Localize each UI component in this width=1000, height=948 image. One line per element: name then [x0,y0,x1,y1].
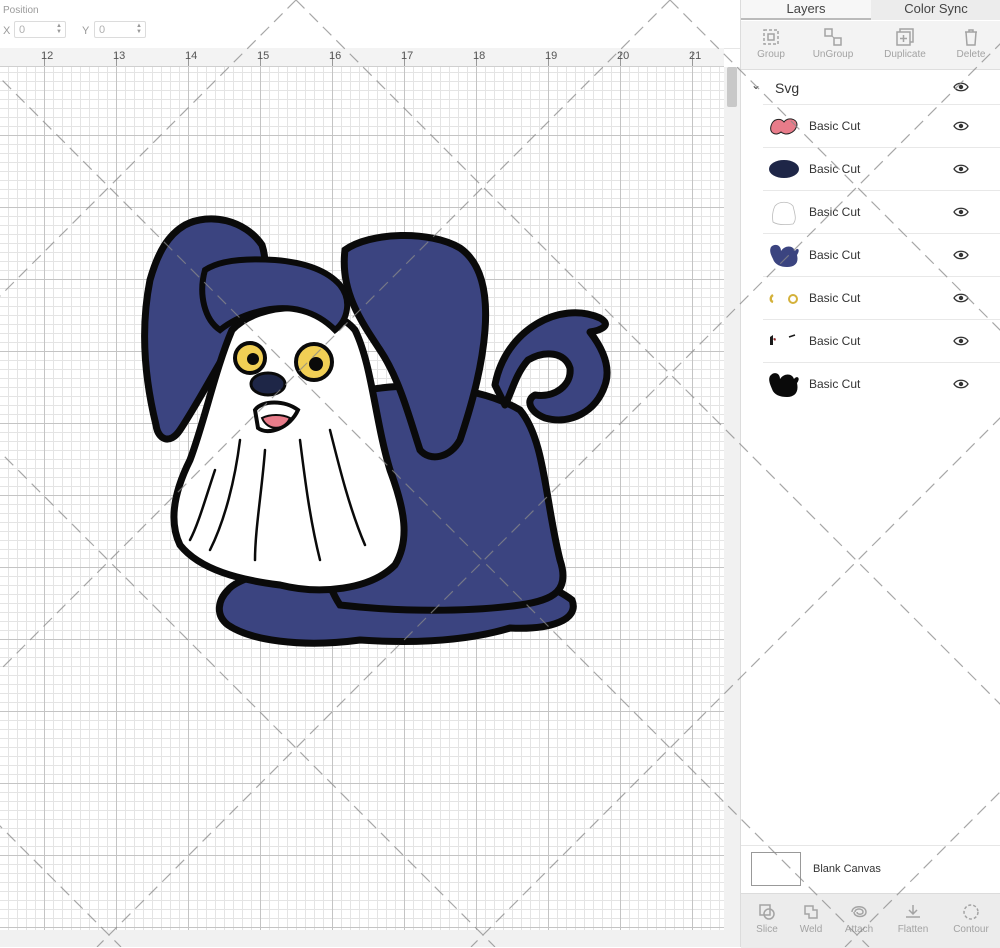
y-field[interactable]: 0 ▲ ▼ [94,21,146,38]
ruler-tick: 16 [329,50,342,62]
x-label: X [3,25,11,37]
dark-marks-thumbnail [770,334,796,345]
horizontal-scrollbar[interactable] [0,930,740,947]
y-stepper[interactable]: ▲ ▼ [136,23,142,35]
contour-icon [963,904,979,920]
eye-icon[interactable] [953,378,969,390]
weld-button[interactable]: Weld [785,902,837,935]
duplicate-button[interactable]: Duplicate [875,27,935,60]
chevron-down-icon[interactable]: ⌄ [751,78,761,92]
ungroup-icon [824,28,842,46]
layer-name: Basic Cut [809,119,861,133]
position-label: Position [3,5,39,16]
trash-icon [965,29,977,46]
layer-name: Basic Cut [809,248,861,262]
ruler-tick: 12 [41,50,54,62]
delete-button[interactable]: Delete [941,27,1000,60]
flatten-button[interactable]: Flatten [887,902,939,935]
bottom-toolbar: Slice Weld Attach Flatten Contour [741,893,1000,948]
layers-panel: Layers Color Sync Group UnGroup Duplicat… [740,0,1000,948]
pink-shape-thumbnail [770,118,798,135]
group-label: Group [757,49,785,60]
duplicate-label: Duplicate [884,49,926,60]
ruler-tick: 15 [257,50,270,62]
paperclip-icon [851,906,867,918]
layer-name: Basic Cut [809,377,861,391]
group-button[interactable]: Group [741,27,801,60]
layer-row[interactable]: Basic Cut [763,319,1000,362]
navy-oval-thumbnail [769,160,799,178]
layer-name: Basic Cut [809,291,861,305]
eye-icon[interactable] [953,335,969,347]
ruler-tick: 18 [473,50,486,62]
tab-color-sync[interactable]: Color Sync [871,0,1000,20]
ruler-tick: 13 [113,50,126,62]
x-field[interactable]: 0 ▲ ▼ [14,21,66,38]
yellow-eyes-thumbnail [769,294,798,304]
eye-icon[interactable] [953,81,969,93]
contour-button[interactable]: Contour [945,902,997,935]
ruler-tick: 20 [617,50,630,62]
attach-button[interactable]: Attach [833,902,885,935]
group-icon [763,29,779,45]
white-shape-thumbnail [772,201,796,225]
layer-row[interactable]: Basic Cut [763,276,1000,319]
contour-label: Contour [953,924,989,935]
weld-icon [804,905,818,919]
canvas-swatch[interactable] [751,852,801,886]
ruler-tick: 19 [545,50,558,62]
ruler-tick: 21 [689,50,702,62]
canvas-name: Blank Canvas [813,863,881,875]
flatten-icon [906,905,920,918]
flatten-label: Flatten [897,924,929,935]
layer-row[interactable]: Basic Cut [763,104,1000,147]
tab-layers[interactable]: Layers [741,0,871,20]
ungroup-button[interactable]: UnGroup [803,27,863,60]
layers-toolbar: Group UnGroup Duplicate Delete [741,21,1000,70]
eye-icon[interactable] [953,206,969,218]
vertical-scrollbar[interactable] [724,67,740,930]
attach-label: Attach [844,924,874,935]
black-silhouette-thumbnail [769,373,799,397]
layer-list: Basic Cut Basic Cut Basic Cut Basic Cut … [741,104,1000,405]
x-stepper[interactable]: ▲ ▼ [56,23,62,35]
layer-group-svg[interactable]: ⌄ Svg [741,70,1000,104]
slice-icon [759,904,775,920]
layer-row[interactable]: Basic Cut [763,233,1000,276]
eye-icon[interactable] [953,292,969,304]
delete-label: Delete [956,49,986,60]
ruler-tick: 17 [401,50,414,62]
layer-name: Basic Cut [809,162,861,176]
ruler-tick: 14 [185,50,198,62]
layer-row[interactable]: Basic Cut [763,147,1000,190]
dog-design[interactable] [0,67,724,930]
duplicate-icon [896,28,914,46]
panel-tabs: Layers Color Sync [741,0,1000,20]
layer-name: Basic Cut [809,205,861,219]
layer-row[interactable]: Basic Cut [763,190,1000,233]
layer-name: Basic Cut [809,334,861,348]
layer-row[interactable]: Basic Cut [763,362,1000,405]
design-canvas[interactable] [0,67,724,930]
scroll-thumb[interactable] [727,67,737,107]
weld-label: Weld [799,924,823,935]
blue-dog-thumbnail [770,244,799,267]
ungroup-label: UnGroup [812,49,854,60]
group-name: Svg [775,80,800,96]
position-bar: Position X 0 ▲ ▼ Y 0 ▲ ▼ [0,0,740,49]
y-label: Y [82,25,90,37]
eye-icon[interactable] [953,249,969,261]
canvas-layer[interactable]: Blank Canvas [741,845,1000,892]
horizontal-ruler: 12 13 14 15 16 17 18 19 20 21 [0,48,724,67]
eye-icon[interactable] [953,163,969,175]
eye-icon[interactable] [953,120,969,132]
